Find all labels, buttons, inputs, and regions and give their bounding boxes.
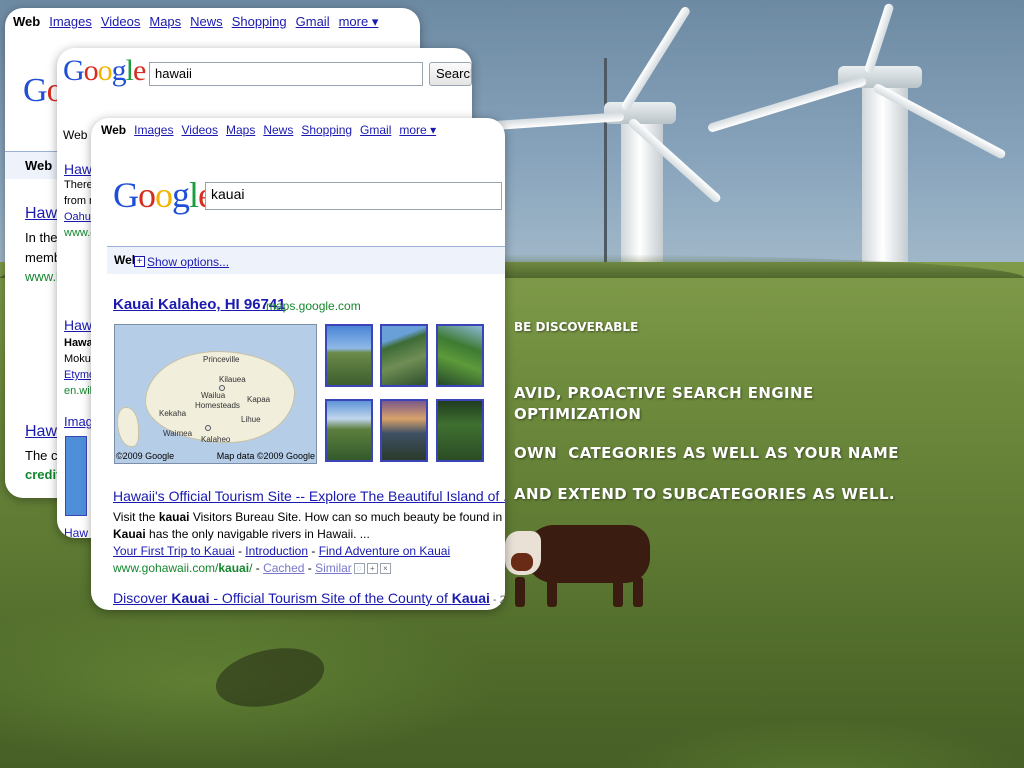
nav-images[interactable]: Images [134, 123, 173, 137]
photo-thumbnail[interactable] [380, 324, 428, 387]
result-url: www.gohawaii.com/kauai/ - Cached - Simil… [113, 559, 391, 577]
result-snippet: Visit the kauai Visitors Bureau Site. Ho… [113, 510, 505, 524]
photo-thumbnail[interactable] [325, 399, 373, 462]
nav-shopping[interactable]: Shopping [232, 14, 287, 30]
result-link-clip[interactable]: Oahu [64, 211, 91, 223]
slide-point: OWN CATEGORIES AS WELL AS YOUR NAME [514, 444, 899, 462]
result-snippet-clip: In the [25, 230, 58, 245]
sitelink[interactable]: Introduction [245, 544, 308, 558]
map-town-label: Waimea [163, 429, 193, 438]
map-pin [219, 385, 225, 391]
slide-heading: BE DISCOVERABLE [514, 320, 639, 334]
result-title-clip[interactable]: Haw [64, 526, 88, 538]
nav-news[interactable]: News [263, 123, 293, 137]
map-copyright: ©2009 Google [116, 451, 175, 461]
comment-icon[interactable]: ◌ [353, 563, 365, 575]
google-top-nav: Web Images Videos Maps News Shopping Gma… [13, 14, 378, 30]
nav-maps[interactable]: Maps [149, 14, 181, 30]
photo-thumbnail[interactable] [380, 399, 428, 462]
local-result-url: maps.google.com [266, 299, 361, 313]
nav-gmail[interactable]: Gmail [360, 123, 391, 137]
show-options-link[interactable]: Show options... [147, 255, 229, 269]
map-town-label: Lihue [241, 415, 261, 424]
nav-shopping[interactable]: Shopping [301, 123, 352, 137]
map-data-copyright: Map data ©2009 Google [216, 451, 315, 461]
search-screenshot-kauai: Web Images Videos Maps News Shopping Gma… [91, 118, 505, 610]
result-title-clip[interactable]: Haw [64, 317, 92, 333]
promote-icon[interactable]: + [366, 563, 378, 575]
nav-web[interactable]: Web [13, 14, 40, 30]
nav-videos[interactable]: Videos [181, 123, 217, 137]
result-title[interactable]: Discover Kauai - Official Tourism Site o… [113, 590, 505, 606]
result-snippet-clip: The c [25, 448, 58, 463]
google-top-nav: Web Images Videos Maps News Shopping Gma… [101, 123, 436, 137]
map-town-label: Kapaa [247, 395, 271, 404]
google-logo: Google [113, 175, 214, 215]
slide-point: AND EXTEND TO SUBCATEGORIES AS WELL. [514, 485, 896, 503]
photo-thumbnail[interactable] [325, 324, 373, 387]
map-town-label: Kilauea [219, 375, 246, 384]
map-town-label: Homesteads [195, 401, 240, 410]
map-town-label: Kekaha [159, 409, 187, 418]
images-clip[interactable]: Imag [64, 414, 93, 429]
islet-shape [117, 407, 139, 447]
nav-gmail[interactable]: Gmail [296, 14, 330, 30]
search-input[interactable]: hawaii [149, 62, 423, 86]
nav-web[interactable]: Web [101, 123, 126, 137]
local-result-title[interactable]: Kauai Kalaheo, HI 96741 [113, 296, 286, 313]
photo-thumbnail[interactable] [436, 399, 484, 462]
result-title-clip[interactable]: Haw [64, 161, 92, 177]
slide-point: AVID, PROACTIVE SEARCH ENGINE OPTIMIZATI… [514, 384, 814, 423]
map-town-label: Kalaheo [201, 435, 231, 444]
search-input[interactable]: kauai [205, 182, 502, 210]
sitelink[interactable]: Find Adventure on Kauai [319, 544, 450, 558]
result-snippet-clip: Hawa [64, 337, 93, 349]
web-label: Web [63, 128, 88, 142]
result-snippet: Kauai has the only navigable rivers in H… [113, 527, 370, 541]
nav-more[interactable]: more ▾ [339, 14, 379, 30]
result-url-clip: www.l [25, 269, 59, 284]
nav-maps[interactable]: Maps [226, 123, 255, 137]
similar-link[interactable]: Similar [315, 561, 352, 575]
cached-link[interactable]: Cached [263, 561, 304, 575]
sitelink[interactable]: Your First Trip to Kauai [113, 544, 235, 558]
remove-icon[interactable]: × [379, 563, 391, 575]
result-title[interactable]: Hawaii's Official Tourism Site -- Explor… [113, 488, 505, 504]
result-snippet-clip: memb [25, 250, 62, 265]
result-sitelinks: Your First Trip to Kauai - Introduction … [113, 544, 451, 558]
search-button[interactable]: Search [429, 62, 472, 86]
web-label: Web [25, 158, 53, 173]
google-logo: Google [63, 54, 146, 87]
map-pin [205, 425, 211, 431]
result-url-clip: credit [25, 467, 61, 482]
map-thumbnail[interactable]: Princeville Kilauea Kapaa Wailua Homeste… [114, 324, 317, 464]
plus-icon[interactable]: + [134, 256, 145, 267]
result-title-clip[interactable]: Haw [25, 423, 57, 440]
nav-images[interactable]: Images [49, 14, 92, 30]
nav-more[interactable]: more ▾ [399, 123, 436, 137]
photo-thumbnail[interactable] [436, 324, 484, 387]
utility-pole [604, 58, 607, 278]
map-town-label: Wailua [201, 391, 226, 400]
nav-videos[interactable]: Videos [101, 14, 141, 30]
image-thumb-clip[interactable] [65, 436, 87, 516]
visit-count: - 2 visits [492, 594, 505, 606]
map-town-label: Princeville [203, 355, 240, 364]
result-title-clip[interactable]: Haw [25, 205, 57, 222]
nav-news[interactable]: News [190, 14, 223, 30]
result-snippet-clip: Moku [64, 353, 91, 365]
